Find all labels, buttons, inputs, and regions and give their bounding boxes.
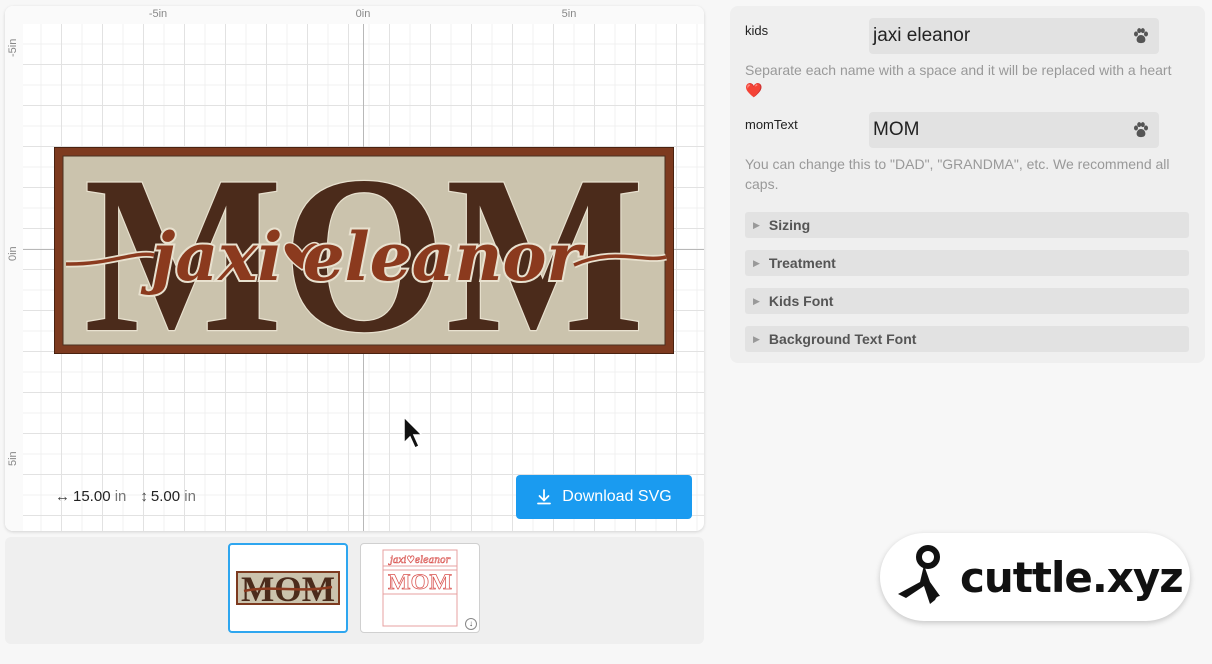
section-kids-font-label: Kids Font xyxy=(768,293,834,309)
kids-input[interactable]: jaxi eleanor xyxy=(869,18,1159,54)
section-treatment[interactable]: ▶ Treatment xyxy=(745,250,1189,276)
section-background-text-font[interactable]: ▶ Background Text Font xyxy=(745,326,1189,352)
section-sizing-label: Sizing xyxy=(768,217,811,233)
momtext-label: momText xyxy=(745,117,798,132)
kids-help-text: Separate each name with a space and it w… xyxy=(745,62,1172,98)
width-unit: in xyxy=(114,488,127,505)
momtext-input[interactable]: MOM xyxy=(869,112,1159,148)
momtext-input-value: MOM xyxy=(873,119,920,140)
paw-icon[interactable] xyxy=(1123,121,1159,139)
thumbnail-preview-image: MOM xyxy=(236,569,340,609)
ruler-top-label: -5in xyxy=(148,8,168,20)
expand-triangle-icon: ▶ xyxy=(753,295,760,306)
thumbnail-cut-kids: jaxi♡eleanor xyxy=(388,555,451,566)
expand-triangle-icon: ▶ xyxy=(753,333,760,344)
ruler-left-label: 5in xyxy=(7,451,19,466)
brand-name: cuttle.xyz xyxy=(960,552,1184,602)
thumbnail-cut-layers[interactable]: jaxi♡eleanor MOM ↓ xyxy=(360,543,480,633)
download-svg-label: Download SVG xyxy=(562,488,672,505)
section-kids-font[interactable]: ▶ Kids Font xyxy=(745,288,1189,314)
height-unit: in xyxy=(184,488,196,505)
ruler-top: -5in 0in 5in xyxy=(5,6,704,24)
kids-label: kids xyxy=(745,23,769,38)
kids-name-left: jaxi xyxy=(140,218,282,296)
thumbnail-preview[interactable]: MOM xyxy=(228,543,348,633)
section-sizing[interactable]: ▶ Sizing xyxy=(745,212,1189,238)
parameters-panel: kids jaxi eleanor Separate each name wit… xyxy=(730,6,1205,363)
momtext-help-text: You can change this to "DAD", "GRANDMA",… xyxy=(745,156,1170,192)
expand-triangle-icon: ▶ xyxy=(753,257,760,268)
height-arrow-icon: ↕ xyxy=(140,488,148,505)
ruler-top-label: 5in xyxy=(561,8,577,20)
section-background-text-font-label: Background Text Font xyxy=(768,331,917,347)
height-value: 5.00 xyxy=(150,488,181,505)
width-arrow-icon: ↔ xyxy=(55,488,70,505)
download-icon xyxy=(537,489,552,505)
ruler-left: -5in 0in 5in xyxy=(5,6,23,531)
expand-triangle-icon: ▶ xyxy=(753,219,760,230)
width-readout: ↔ 15.00 in xyxy=(55,488,126,505)
height-readout: ↕ 5.00 in xyxy=(140,488,196,505)
design-preview[interactable]: MOM jaxi eleanor xyxy=(54,147,674,354)
section-treatment-label: Treatment xyxy=(768,255,836,271)
kids-input-value: jaxi eleanor xyxy=(873,25,971,46)
scissors-icon xyxy=(898,545,945,606)
paw-icon[interactable] xyxy=(1123,27,1159,45)
thumbnail-cut-text: MOM xyxy=(388,569,452,594)
design-canvas[interactable]: -5in 0in 5in -5in 0in 5in MOM jaxi elean… xyxy=(5,6,704,531)
ruler-top-label: 0in xyxy=(355,8,371,20)
kids-name-right: eleanor xyxy=(303,218,586,296)
thumbnail-strip: MOM jaxi♡eleanor MOM ↓ xyxy=(5,537,704,644)
cuttle-logo[interactable]: cuttle.xyz xyxy=(880,533,1190,621)
thumbnail-cut-layers-image: jaxi♡eleanor MOM xyxy=(382,549,458,627)
thumbnail-download-icon[interactable]: ↓ xyxy=(465,618,477,630)
ruler-left-label: -5in xyxy=(7,38,19,57)
mouse-cursor-icon xyxy=(403,416,424,450)
dimensions-readout: ↔ 15.00 in ↕ 5.00 in xyxy=(55,488,196,505)
ruler-left-label: 0in xyxy=(7,246,19,261)
download-svg-button[interactable]: Download SVG xyxy=(516,475,692,519)
width-value: 15.00 xyxy=(73,488,111,505)
